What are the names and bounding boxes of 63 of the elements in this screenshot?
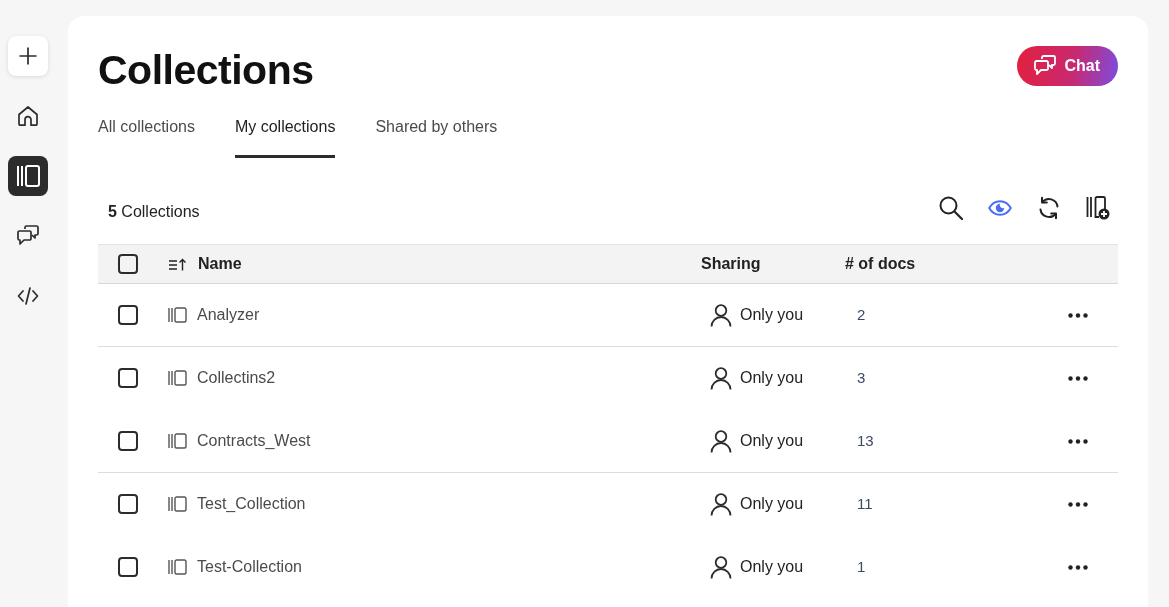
row-checkbox[interactable] bbox=[118, 431, 138, 451]
doc-count: 11 bbox=[856, 495, 873, 512]
table-row[interactable]: Collectins2 Only you 3 bbox=[98, 347, 1118, 410]
chat-icon bbox=[17, 225, 39, 247]
sharing-text: Only you bbox=[740, 495, 804, 513]
more-icon bbox=[1068, 564, 1088, 570]
more-icon bbox=[1068, 438, 1088, 444]
tab[interactable]: Shared by others bbox=[375, 96, 498, 158]
collection-count: 5 Collections bbox=[107, 202, 200, 221]
chat-button[interactable]: Chat bbox=[1017, 46, 1118, 86]
collection-icon bbox=[168, 433, 187, 449]
doc-count: 13 bbox=[856, 432, 874, 449]
new-collection-icon bbox=[1086, 196, 1110, 220]
chat-icon bbox=[1034, 55, 1057, 77]
collection-name[interactable]: Contracts_West bbox=[197, 432, 311, 450]
row-checkbox[interactable] bbox=[118, 305, 138, 325]
person-icon bbox=[710, 429, 732, 453]
column-header[interactable]: Sharing bbox=[701, 255, 761, 273]
table-row[interactable]: Test-Collection Only you 1 bbox=[98, 536, 1118, 599]
more-icon bbox=[1068, 375, 1088, 381]
row-checkbox[interactable] bbox=[118, 494, 138, 514]
more-icon bbox=[1068, 501, 1088, 507]
sharing-text: Only you bbox=[740, 558, 804, 576]
search-icon bbox=[939, 196, 963, 220]
doc-count: 2 bbox=[856, 306, 866, 323]
collection-name[interactable]: Collectins2 bbox=[197, 369, 276, 387]
doc-count: 3 bbox=[856, 369, 866, 386]
tab[interactable]: My collections bbox=[234, 96, 336, 158]
collections-button[interactable] bbox=[8, 156, 48, 196]
person-icon bbox=[710, 555, 732, 579]
collection-icon bbox=[168, 307, 187, 323]
doc-count: 1 bbox=[856, 558, 866, 575]
collection-icon bbox=[168, 496, 187, 512]
sharing-text: Only you bbox=[740, 432, 804, 450]
collections-icon bbox=[16, 165, 40, 187]
sharing-text: Only you bbox=[740, 369, 804, 387]
eye-icon bbox=[988, 200, 1012, 216]
collection-icon bbox=[168, 370, 187, 386]
more-icon bbox=[1068, 312, 1088, 318]
home-icon bbox=[17, 105, 39, 127]
table-row[interactable]: Contracts_West Only you 13 bbox=[98, 410, 1118, 473]
collection-name[interactable]: Test-Collection bbox=[197, 558, 302, 576]
sort-ascending-icon bbox=[168, 257, 187, 271]
table-row[interactable]: Test_Collection Only you 11 bbox=[98, 473, 1118, 536]
person-icon bbox=[710, 492, 732, 516]
collection-icon bbox=[168, 559, 187, 575]
row-checkbox[interactable] bbox=[118, 557, 138, 577]
person-icon bbox=[710, 303, 732, 327]
row-checkbox[interactable] bbox=[118, 368, 138, 388]
code-icon bbox=[17, 287, 39, 305]
collection-name[interactable]: Test_Collection bbox=[197, 495, 306, 513]
person-icon bbox=[710, 366, 732, 390]
select-all-checkbox[interactable] bbox=[118, 254, 138, 274]
plus-icon bbox=[18, 46, 38, 66]
add-button[interactable] bbox=[8, 36, 48, 76]
collection-name[interactable]: Analyzer bbox=[197, 306, 260, 324]
column-header[interactable]: Name bbox=[168, 255, 242, 273]
column-header[interactable]: # of docs bbox=[845, 255, 916, 273]
tab[interactable]: All collections bbox=[98, 96, 195, 158]
table-row[interactable]: Analyzer Only you 2 bbox=[98, 284, 1118, 347]
sharing-text: Only you bbox=[740, 306, 804, 324]
refresh-icon bbox=[1037, 196, 1061, 220]
page-title: Collections bbox=[98, 46, 314, 95]
